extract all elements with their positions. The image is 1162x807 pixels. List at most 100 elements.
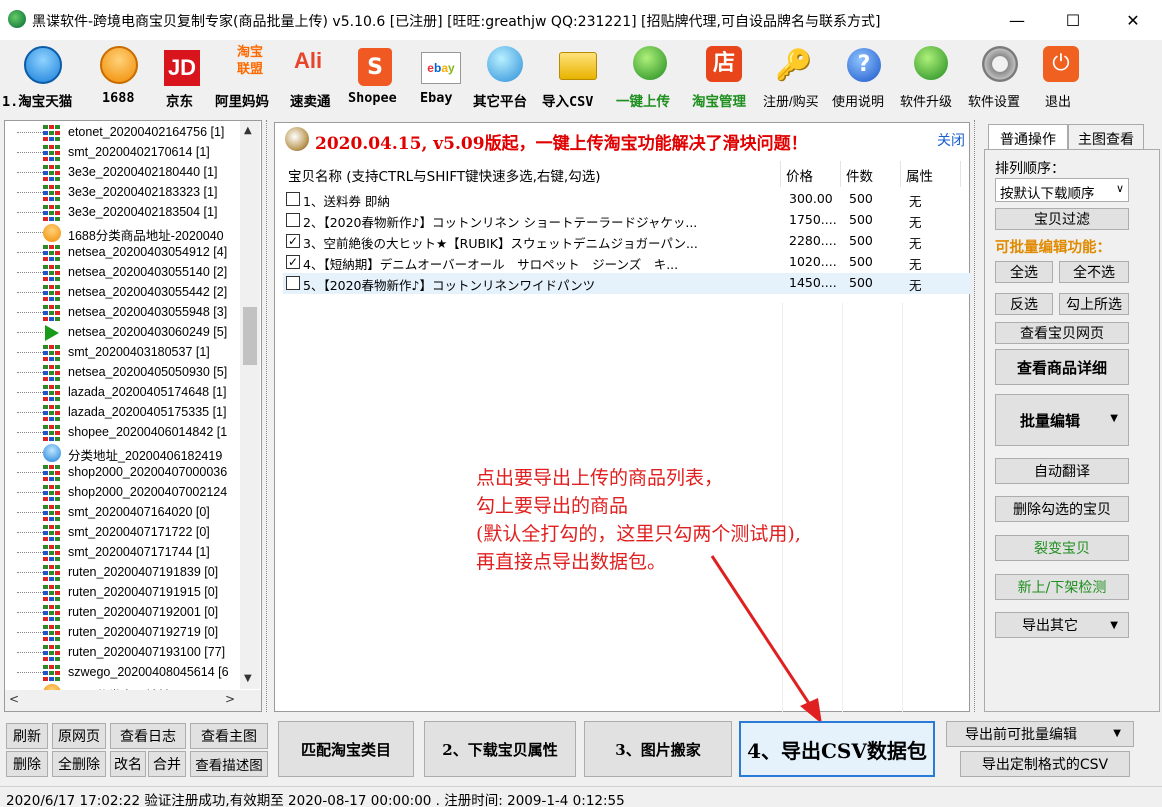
cell-price: 1020.... [789, 254, 837, 269]
filter-button[interactable]: 宝贝过滤 [995, 208, 1129, 230]
delete-button[interactable]: 删除 [6, 751, 48, 777]
refresh-button[interactable]: 刷新 [6, 723, 48, 749]
tree-vertical-scrollbar[interactable]: ▲ ▼ [240, 121, 260, 689]
tree-horizontal-scrollbar[interactable]: < > [5, 690, 261, 711]
grid-list-icon [43, 565, 61, 581]
checkbox[interactable] [286, 276, 300, 290]
view-log-button[interactable]: 查看日志 [110, 723, 186, 749]
batch-edit-button[interactable]: 批量编辑 ▼ [995, 394, 1129, 446]
power-icon: ⏻ [1043, 46, 1079, 82]
globe-computer-icon [487, 46, 523, 82]
grid-list-icon [43, 305, 61, 321]
checked-checkbox[interactable]: ✓ [286, 234, 300, 248]
tab-common-ops[interactable]: 普通操作 [988, 124, 1068, 152]
toolbar-label: 软件设置 [968, 94, 1021, 109]
export-custom-csv-button[interactable]: 导出定制格式的CSV [960, 751, 1130, 777]
auto-translate-button[interactable]: 自动翻译 [995, 458, 1129, 484]
notice-close-link[interactable]: 关闭 [937, 130, 965, 150]
tree-item-label: 3e3e_20200402183504 [1] [68, 205, 218, 219]
checkbox[interactable] [286, 213, 300, 227]
col-header-price[interactable]: 价格 [781, 161, 841, 187]
invert-selection-button[interactable]: 反选 [995, 293, 1053, 315]
col-header-qty[interactable]: 件数 [841, 161, 901, 187]
batch-edit-label: 可批量编辑功能： [995, 240, 1111, 256]
table-row[interactable]: 2、【2020春物新作♪】コットンリネン ショートテーラードジャケッ... 175… [283, 210, 971, 231]
table-row[interactable]: ✓ 3、空前絶後の大ヒット★【RUBIK】スウェットデニムジョガーパン... 228… [283, 231, 971, 252]
shopee-icon: S [358, 48, 392, 86]
app-globe-icon [8, 10, 26, 28]
col-header-attr[interactable]: 属性 [901, 161, 961, 187]
table-row[interactable]: ✓ 4、【短納期】デニムオーバーオール サロペット ジーンズ キ... 1020..… [283, 252, 971, 273]
check-selected-button[interactable]: 勾上所选 [1059, 293, 1129, 315]
splitter-left[interactable] [266, 120, 270, 712]
alimama-icon: 淘宝 联盟 [236, 45, 263, 77]
image-move-button[interactable]: 3、图片搬家 [584, 721, 732, 777]
shelf-check-button[interactable]: 新上/下架检测 [995, 574, 1129, 600]
cell-qty: 500 [849, 212, 873, 227]
select-none-button[interactable]: 全不选 [1059, 261, 1129, 283]
tab-main-image[interactable]: 主图查看 [1068, 124, 1144, 150]
toolbar-label: 导入CSV [542, 94, 594, 110]
splitter-right[interactable] [974, 120, 978, 712]
view-product-detail-button[interactable]: 查看商品详细 [995, 349, 1129, 385]
close-button[interactable]: ✕ [1110, 0, 1156, 40]
taobao-icon [43, 444, 61, 462]
product-list-panel: 2020.04.15, v5.09版起，一键上传淘宝功能解决了滑块问题！ 关闭 … [274, 122, 971, 713]
grid-list-icon [43, 505, 61, 521]
scroll-left-icon[interactable]: < [9, 692, 19, 706]
split-item-button[interactable]: 裂变宝贝 [995, 535, 1129, 561]
table-row[interactable]: 5、【2020春物新作♪】コットンリネンワイドパンツ 1450.... 500 无 [283, 273, 971, 294]
sort-select-value: 按默认下载顺序 [1000, 186, 1095, 202]
table-row[interactable]: 1、送料券 即納 300.00 500 无 [283, 189, 971, 210]
export-other-button[interactable]: 导出其它 ▼ [995, 612, 1129, 638]
grid-list-icon [43, 585, 61, 601]
scroll-right-icon[interactable]: > [225, 692, 235, 706]
cell-name: 1、送料券 即納 [303, 194, 390, 209]
tutorial-annotation: 点出要导出上传的商品列表， 勾上要导出的商品 (默认全打勾的，这里只勾两个测试用… [476, 464, 801, 576]
task-tree[interactable]: etonet_20200402164756 [1] smt_20200402170… [4, 120, 262, 712]
select-all-button[interactable]: 全选 [995, 261, 1053, 283]
rename-button[interactable]: 改名 [110, 751, 146, 777]
tree-item-label: etonet_20200402164756 [1] [68, 125, 225, 139]
tree-item-label: netsea_20200403055140 [2] [68, 265, 228, 279]
scroll-down-icon[interactable]: ▼ [244, 673, 252, 684]
scroll-thumb[interactable] [243, 307, 257, 365]
delete-checked-button[interactable]: 删除勾选的宝贝 [995, 496, 1129, 522]
cell-attr: 无 [909, 215, 922, 230]
operations-panel: 普通操作 主图查看 排列顺序： 按默认下载顺序 ∨ 宝贝过滤 可批量编辑功能： … [984, 120, 1160, 712]
original-page-button[interactable]: 原网页 [52, 723, 106, 749]
match-category-button[interactable]: 匹配淘宝类目 [278, 721, 414, 777]
grid-list-icon [43, 405, 61, 421]
grid-list-icon [43, 125, 61, 141]
maximize-button[interactable]: ☐ [1050, 0, 1096, 40]
view-item-page-button[interactable]: 查看宝贝网页 [995, 322, 1129, 344]
grid-list-icon [43, 185, 61, 201]
tree-item-label: ruten_20200407192719 [0] [68, 625, 219, 639]
checkbox[interactable] [286, 192, 300, 206]
view-main-image-button[interactable]: 查看主图 [190, 723, 268, 749]
scroll-up-icon[interactable]: ▲ [244, 125, 252, 136]
tree-item-label: netsea_20200403054912 [4] [68, 245, 228, 259]
pre-export-edit-button[interactable]: 导出前可批量编辑 ▼ [946, 721, 1134, 747]
grid-list-icon [43, 385, 61, 401]
toolbar-label: Ebay [420, 90, 453, 106]
tree-item-label: ruten_20200407191915 [0] [68, 585, 219, 599]
minimize-button[interactable]: — [994, 0, 1040, 40]
grid-list-icon [43, 485, 61, 501]
export-csv-button[interactable]: 4、导出CSV数据包 [739, 721, 935, 777]
checked-checkbox[interactable]: ✓ [286, 255, 300, 269]
delete-all-button[interactable]: 全删除 [52, 751, 106, 777]
annotation-line: (默认全打勾的，这里只勾两个测试用), [476, 523, 801, 545]
help-icon: ? [847, 48, 881, 82]
keys-icon: 🔑 [775, 48, 813, 83]
cell-price: 2280.... [789, 233, 837, 248]
sort-select[interactable]: 按默认下载顺序 ∨ [995, 178, 1129, 202]
merge-button[interactable]: 合并 [148, 751, 186, 777]
col-header-name[interactable]: 宝贝名称 (支持CTRL与SHIFT键快速多选,右键,勾选) [283, 161, 781, 187]
speaker-icon [285, 127, 309, 151]
grid-list-icon [43, 365, 61, 381]
grid-list-icon [43, 345, 61, 361]
view-desc-image-button[interactable]: 查看描述图 [190, 751, 268, 777]
download-attributes-button[interactable]: 2、下载宝贝属性 [424, 721, 576, 777]
toolbar-label: 一键上传 [616, 94, 670, 110]
